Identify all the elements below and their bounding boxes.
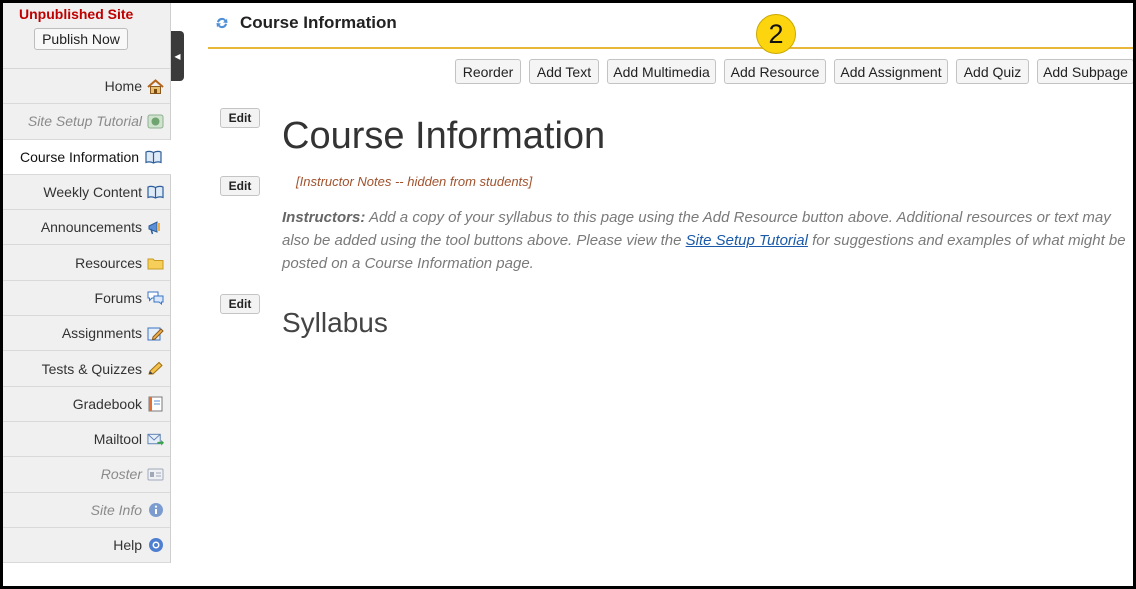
site-status-panel: Unpublished Site Publish Now [3,3,170,69]
sidebar-item-resources[interactable]: Resources [3,245,170,281]
site-status-label: Unpublished Site [19,6,134,22]
sidebar-item-mailtool[interactable]: Mailtool [3,422,170,458]
content-heading: Course Information [282,115,606,157]
home-icon [147,78,164,94]
folder-icon [147,255,164,270]
sidebar-item-site-info[interactable]: Site Info [3,493,170,528]
sidebar-item-tests-quizzes[interactable]: Tests & Quizzes [3,351,170,387]
instructor-notes: [Instructor Notes -- hidden from student… [296,174,533,189]
add-text-button[interactable]: Add Text [529,59,599,84]
edit-text-button[interactable]: Edit [220,176,260,196]
sidebar-item-weekly-content[interactable]: Weekly Content [3,175,170,211]
help-icon [147,538,164,553]
instructions-paragraph: Instructors: Add a copy of your syllabus… [282,206,1128,275]
sidebar-item-label: Course Information [20,148,140,165]
sidebar-item-roster[interactable]: Roster [3,457,170,493]
add-multimedia-button[interactable]: Add Multimedia [607,59,716,84]
sidebar-item-label: Home [104,78,142,95]
sidebar-item-label: Site Setup Tutorial [27,113,142,130]
instructions-lead: Instructors: [282,209,366,226]
sidebar-item-forums[interactable]: Forums [3,281,170,317]
gradebook-icon [147,396,164,412]
sidebar-item-gradebook[interactable]: Gradebook [3,387,170,422]
pencil-paper-icon [147,326,164,341]
sidebar-item-label: Forums [94,289,142,306]
edit-syllabus-button[interactable]: Edit [220,294,260,314]
page-title: Course Information [240,13,397,32]
sidebar-item-announcements[interactable]: Announcements [3,210,170,246]
sidebar-item-label: Weekly Content [43,184,142,201]
info-icon [147,502,164,517]
sidebar-item-label: Assignments [61,325,142,342]
site-setup-tutorial-link[interactable]: Site Setup Tutorial [686,232,808,249]
sidebar-item-label: Announcements [40,219,142,236]
sidebar: Unpublished Site Publish Now Home Site S… [3,3,171,564]
publish-now-button[interactable]: Publish Now [34,28,128,50]
sidebar-item-label: Gradebook [72,395,142,412]
sidebar-item-label: Mailtool [93,431,142,448]
collapse-arrow-icon: ◀ [174,51,181,61]
book-icon [147,185,164,200]
sidebar-item-assignments[interactable]: Assignments [3,316,170,352]
mail-arrow-icon [147,432,164,447]
sidebar-item-label: Resources [75,254,142,271]
sidebar-collapse-toggle[interactable]: ◀ [171,31,184,81]
refresh-icon[interactable] [215,16,229,35]
step-badge: 2 [756,14,796,54]
window-frame: Unpublished Site Publish Now Home Site S… [0,0,1136,589]
sidebar-item-course-information[interactable]: Course Information [3,139,171,175]
tutorial-icon [147,114,164,129]
sidebar-item-label: Site Info [90,501,142,518]
page-header: Course Information [208,3,1133,49]
id-card-icon [147,467,164,482]
sidebar-item-label: Roster [100,466,142,483]
chat-bubbles-icon [147,290,164,306]
sidebar-item-label: Tests & Quizzes [41,360,142,377]
reorder-button[interactable]: Reorder [455,59,521,84]
add-subpage-button[interactable]: Add Subpage [1037,59,1133,84]
add-resource-button[interactable]: Add Resource [724,59,826,84]
add-assignment-button[interactable]: Add Assignment [834,59,948,84]
book-icon [145,149,162,164]
pencil-icon [147,361,164,376]
sidebar-item-label: Help [113,537,142,553]
sidebar-item-site-setup-tutorial[interactable]: Site Setup Tutorial [3,104,170,140]
sidebar-item-home[interactable]: Home [3,69,170,105]
edit-heading-button[interactable]: Edit [220,108,260,128]
megaphone-icon [147,220,164,235]
add-quiz-button[interactable]: Add Quiz [956,59,1029,84]
syllabus-heading: Syllabus [282,307,388,338]
sidebar-item-help[interactable]: Help [3,528,170,564]
